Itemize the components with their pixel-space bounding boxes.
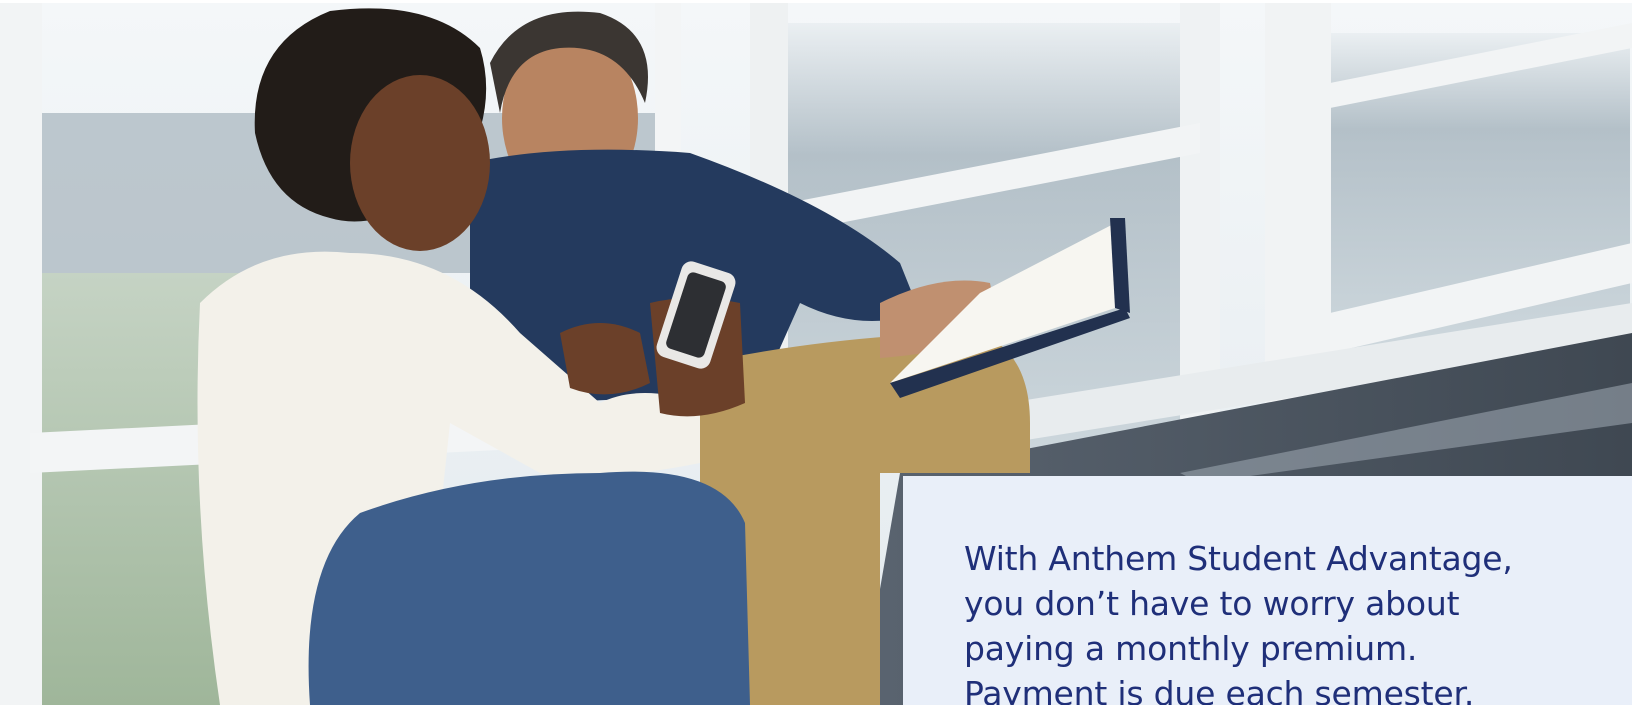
promo-card: With Anthem Student Advantage, you don’t…: [903, 476, 1632, 705]
promo-text: With Anthem Student Advantage, you don’t…: [964, 539, 1513, 705]
